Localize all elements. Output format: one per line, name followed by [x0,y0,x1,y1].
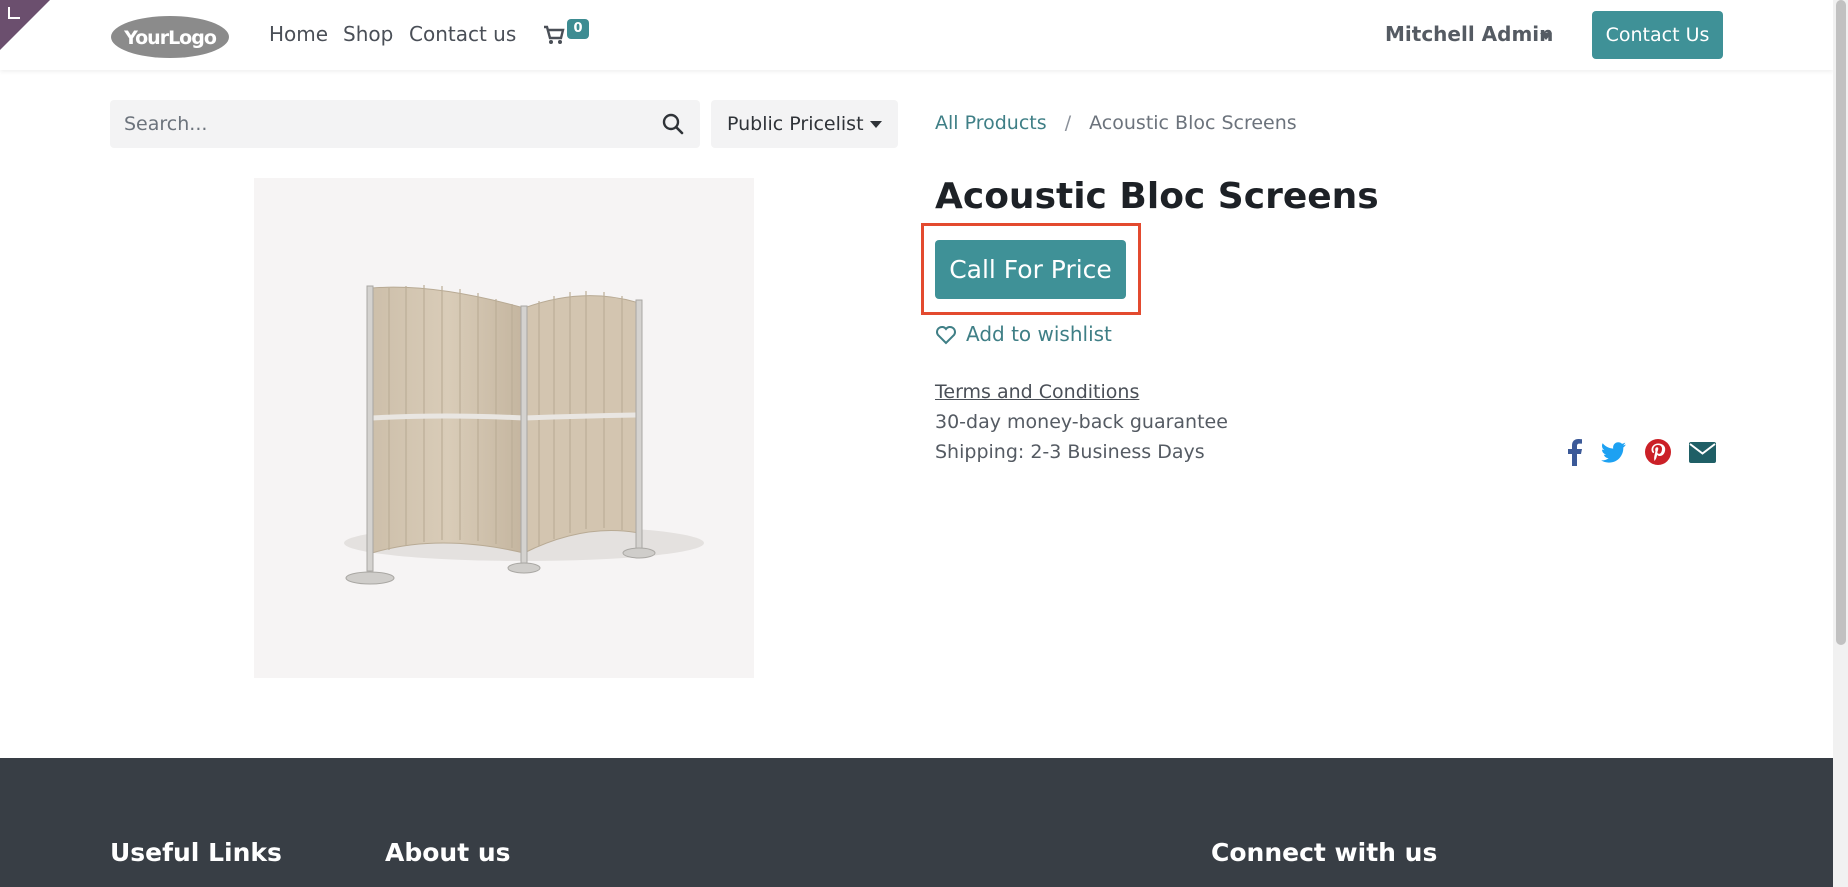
footer-about-us-heading: About us [385,838,511,867]
heart-icon[interactable] [935,325,957,345]
terms-and-conditions-link[interactable]: Terms and Conditions [935,381,1139,403]
footer-connect-heading: Connect with us [1211,838,1438,867]
logo-text: YourLogo [123,27,217,49]
call-for-price-button[interactable]: Call For Price [935,240,1126,299]
nav-home-link[interactable]: Home [269,22,328,46]
add-to-wishlist-link[interactable]: Add to wishlist [966,322,1112,346]
corner-icon [8,7,20,19]
pricelist-dropdown[interactable]: Public Pricelist [711,100,898,148]
chevron-down-icon [870,121,882,128]
scrollbar-thumb[interactable] [1836,0,1846,645]
breadcrumb-separator: / [1064,112,1072,134]
product-image[interactable] [254,178,754,678]
facebook-icon[interactable] [1560,437,1590,467]
footer-useful-links-heading: Useful Links [110,838,282,867]
breadcrumb-current: Acoustic Bloc Screens [1089,112,1297,134]
acoustic-screen-illustration [344,285,704,585]
breadcrumb-all-products-link[interactable]: All Products [935,112,1047,134]
top-navbar: YourLogo Home Shop Contact us 0 Mitchell… [0,0,1833,70]
user-menu[interactable]: Mitchell Admin [1385,22,1553,46]
shipping-text: Shipping: 2-3 Business Days [935,441,1205,463]
pricelist-label: Public Pricelist [727,113,864,135]
chevron-down-icon[interactable] [1540,33,1552,40]
cart-count-badge: 0 [567,19,589,39]
nav-contact-link[interactable]: Contact us [409,22,516,46]
envelope-icon[interactable] [1687,437,1717,467]
site-logo[interactable]: YourLogo [110,15,230,59]
breadcrumb: All Products / Acoustic Bloc Screens [935,112,1297,134]
pinterest-icon[interactable] [1643,437,1673,467]
contact-us-button[interactable]: Contact Us [1592,11,1723,59]
product-title: Acoustic Bloc Screens [935,176,1379,217]
site-footer [0,758,1833,887]
search-bar [110,100,700,148]
twitter-icon[interactable] [1598,437,1628,467]
shopping-cart-icon[interactable] [543,25,565,45]
nav-shop-link[interactable]: Shop [343,22,393,46]
search-input[interactable] [124,100,634,148]
search-icon[interactable] [662,113,684,135]
guarantee-text: 30-day money-back guarantee [935,411,1228,433]
